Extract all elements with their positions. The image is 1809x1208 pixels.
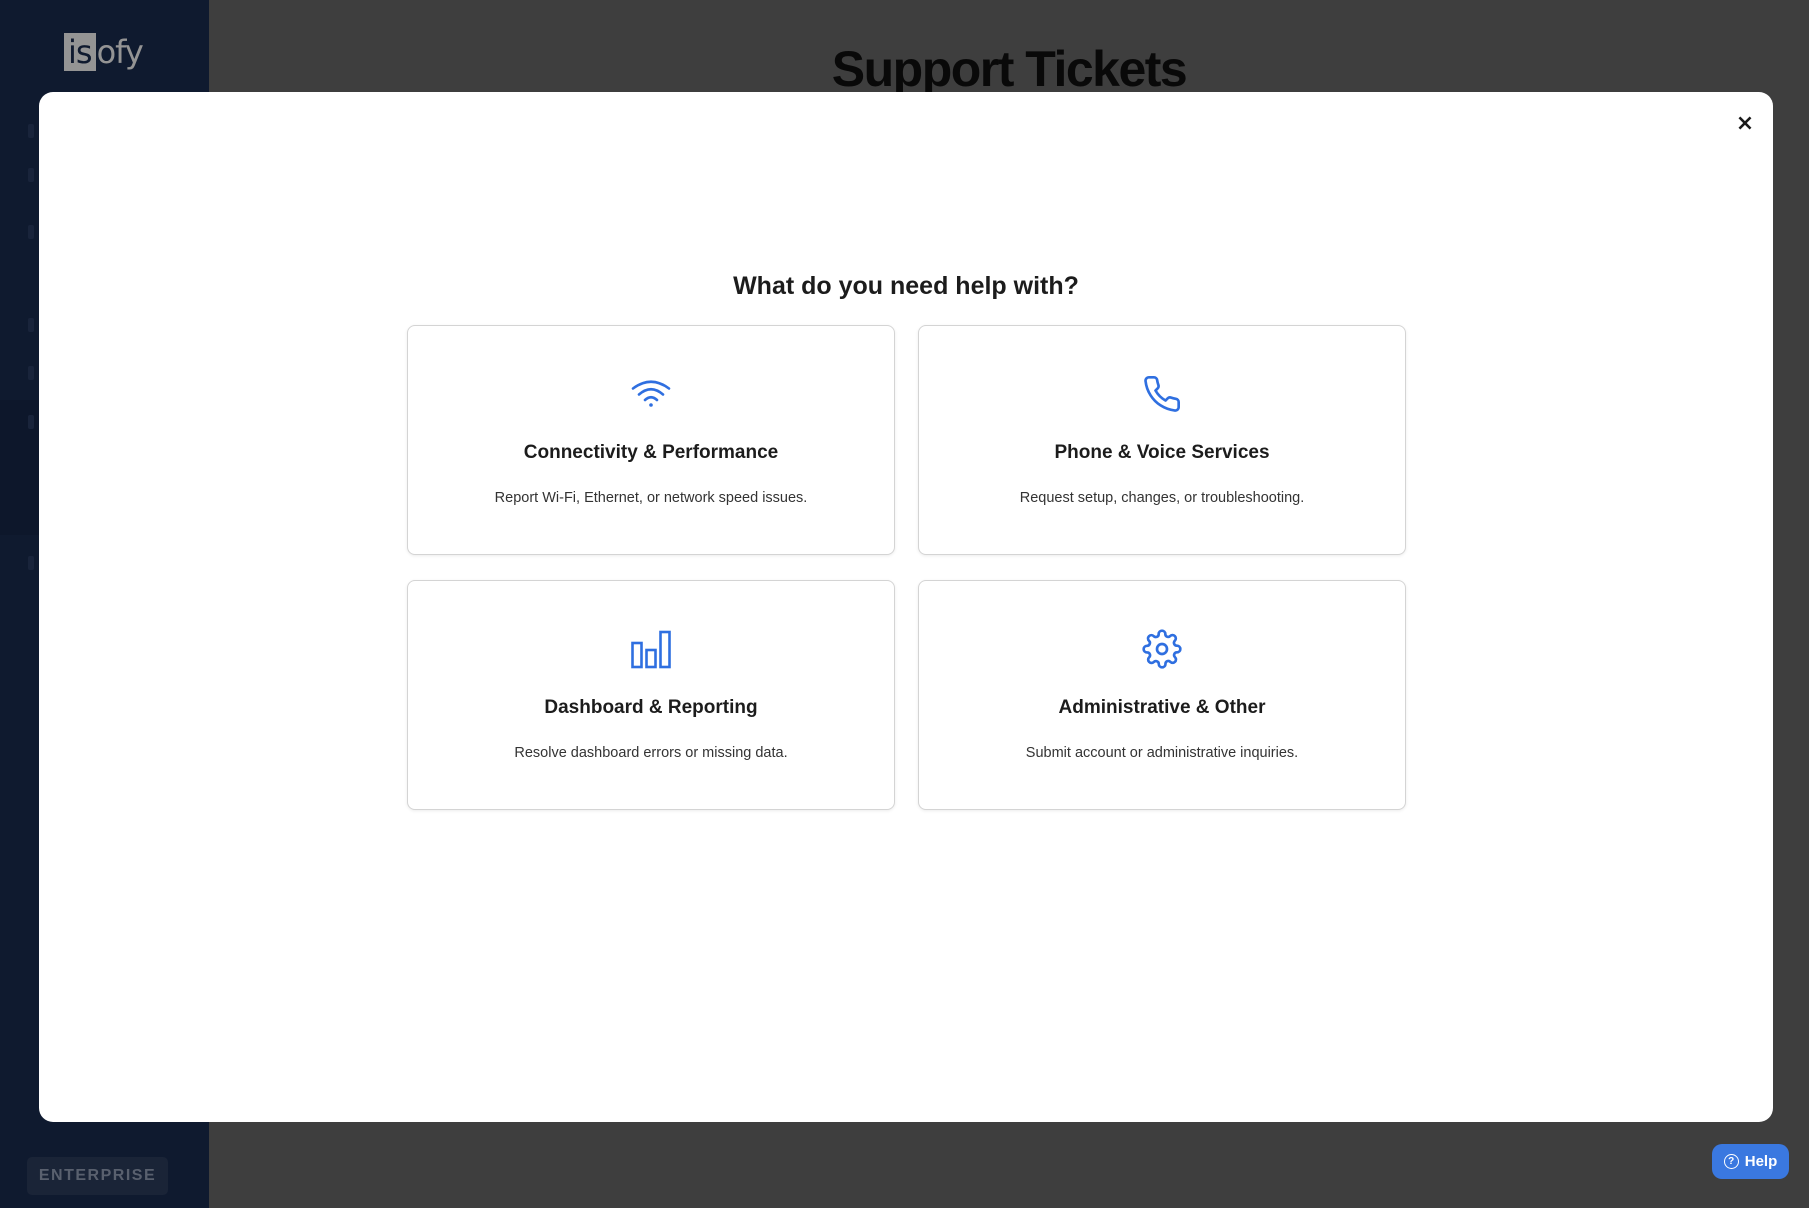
card-description: Resolve dashboard errors or missing data…	[514, 745, 788, 761]
help-topic-grid: Connectivity & Performance Report Wi-Fi,…	[407, 325, 1406, 810]
sidebar-item-icon[interactable]	[28, 556, 34, 570]
wifi-icon	[631, 374, 671, 414]
help-topic-modal: × What do you need help with? Connectivi…	[39, 92, 1773, 1122]
close-icon[interactable]: ×	[1731, 110, 1759, 138]
sidebar-item-icon[interactable]	[28, 168, 34, 182]
sidebar-item-icon[interactable]	[28, 225, 34, 239]
sidebar-item-icon[interactable]	[28, 415, 34, 429]
gear-icon	[1142, 629, 1182, 669]
plan-badge: ENTERPRISE	[27, 1157, 168, 1195]
phone-icon	[1142, 374, 1182, 414]
logo-mark: is	[64, 33, 96, 71]
sidebar-item-icon[interactable]	[28, 318, 34, 332]
card-dashboard-reporting[interactable]: Dashboard & Reporting Resolve dashboard …	[407, 580, 895, 810]
card-title: Phone & Voice Services	[1054, 442, 1270, 463]
logo-text: ofy	[96, 33, 144, 71]
bar-chart-icon	[630, 629, 672, 669]
card-title: Administrative & Other	[1058, 697, 1266, 718]
card-title: Connectivity & Performance	[523, 442, 779, 463]
card-administrative-other[interactable]: Administrative & Other Submit account or…	[918, 580, 1406, 810]
sidebar-item-icon[interactable]	[28, 366, 34, 380]
page-title: Support Tickets	[831, 41, 1188, 97]
sidebar-item-icon[interactable]	[28, 124, 34, 138]
app-root: is ofy ENTERPRISE Support Tickets ? Help …	[0, 0, 1809, 1208]
card-phone-voice[interactable]: Phone & Voice Services Request setup, ch…	[918, 325, 1406, 555]
modal-heading: What do you need help with?	[733, 272, 1079, 300]
card-description: Request setup, changes, or troubleshooti…	[1019, 490, 1305, 506]
card-description: Report Wi-Fi, Ethernet, or network speed…	[494, 490, 808, 506]
isofy-logo[interactable]: is ofy	[64, 32, 144, 72]
help-button-label: Help	[1744, 1153, 1778, 1170]
help-button[interactable]: ? Help	[1712, 1144, 1789, 1179]
question-circle-icon: ?	[1723, 1154, 1739, 1169]
card-connectivity-performance[interactable]: Connectivity & Performance Report Wi-Fi,…	[407, 325, 895, 555]
card-title: Dashboard & Reporting	[544, 697, 758, 718]
card-description: Submit account or administrative inquiri…	[1025, 745, 1299, 761]
